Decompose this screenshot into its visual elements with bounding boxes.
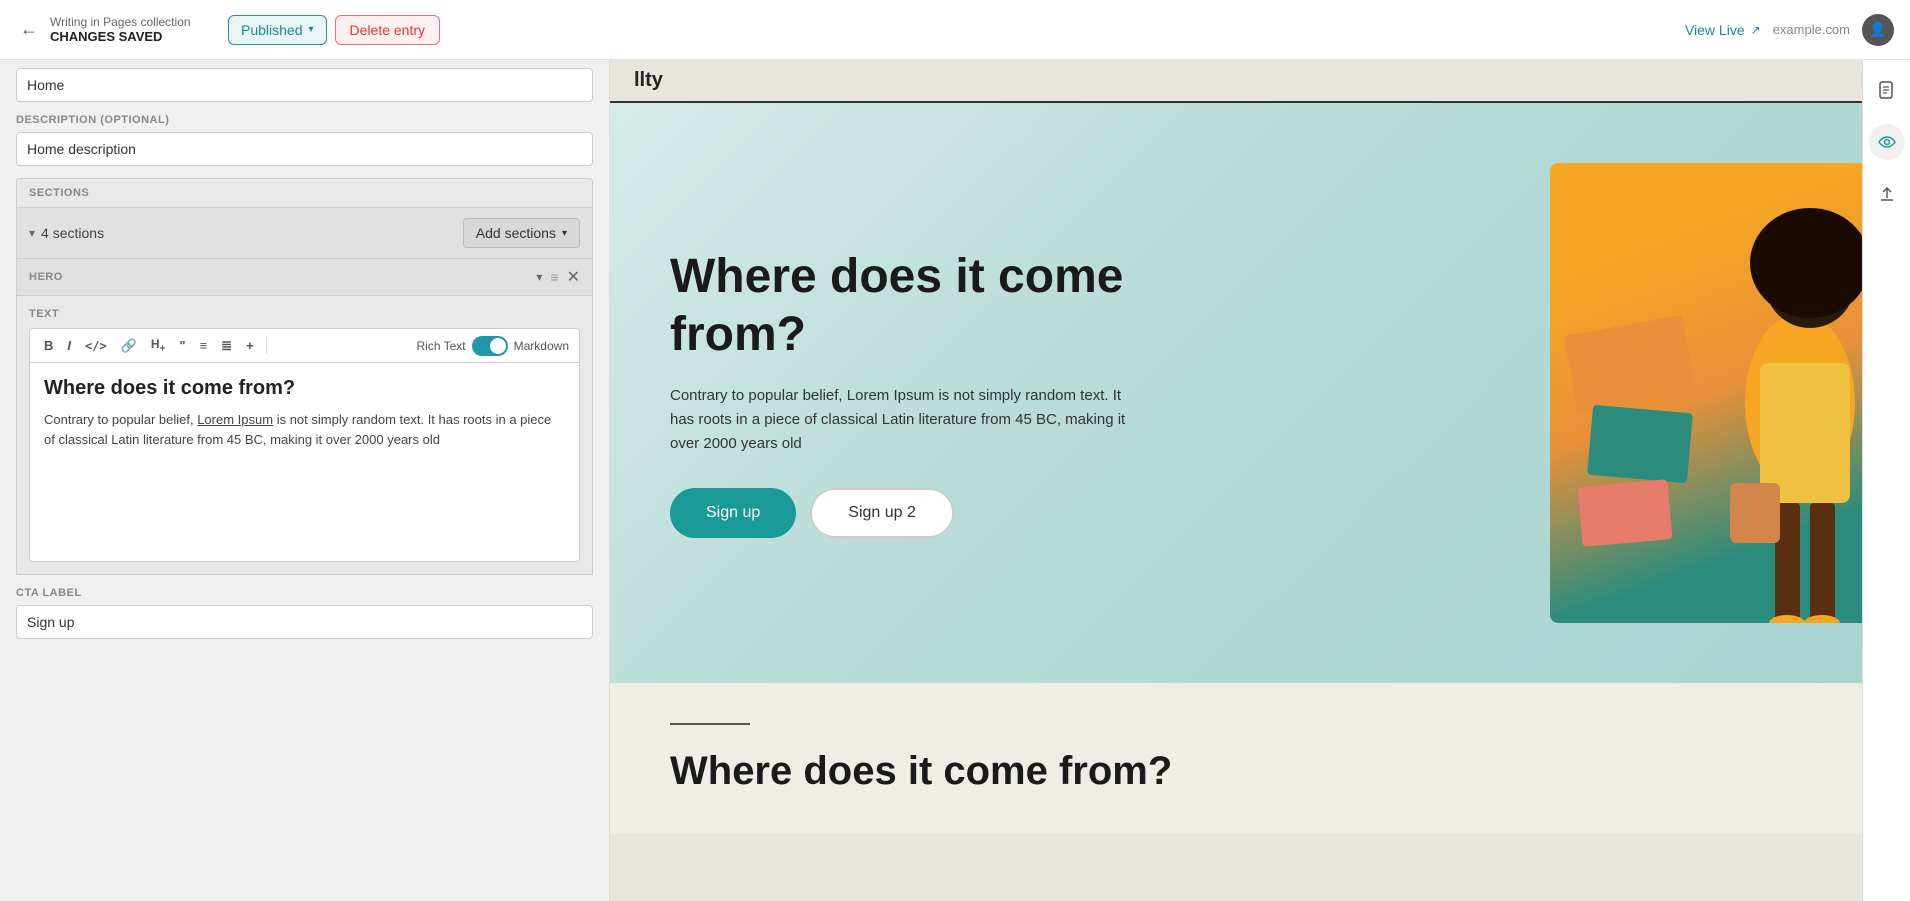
cta-input[interactable]	[16, 605, 593, 639]
preview-second-section: Where does it come from?	[610, 683, 1910, 834]
text-editor[interactable]: Where does it come from? Contrary to pop…	[29, 362, 580, 562]
link-button[interactable]: 🔗	[117, 336, 141, 356]
lorem-ipsum-underline: Lorem Ipsum	[197, 412, 273, 427]
hero-header: HERO ▾ ≡ ✕	[17, 259, 592, 296]
editor-body-text: Contrary to popular belief, Lorem Ipsum …	[44, 412, 551, 447]
hero-controls: ▾ ≡ ✕	[536, 267, 580, 287]
person-silhouette-svg	[1670, 203, 1870, 623]
home-section	[0, 60, 609, 102]
header-left: ← Writing in Pages collection CHANGES SA…	[16, 15, 216, 44]
preview-logo: llty	[634, 69, 663, 92]
text-label: TEXT	[29, 308, 580, 320]
hero-label: HERO	[29, 271, 63, 283]
description-input[interactable]	[16, 132, 593, 166]
view-live-label: View Live	[1685, 22, 1745, 38]
cta-section: CTA LABEL	[0, 575, 609, 651]
preview-divider	[670, 723, 750, 725]
document-icon-button[interactable]	[1869, 72, 1905, 108]
right-panel: llty 🇺🇸 Where does it come from? Contrar…	[610, 60, 1910, 901]
avatar: 👤	[1862, 14, 1894, 46]
preview-hero: Where does it come from? Contrary to pop…	[610, 103, 1910, 683]
insert-button[interactable]: +	[242, 336, 258, 355]
italic-button[interactable]: I	[63, 336, 75, 355]
rich-text-toggle[interactable]	[472, 336, 508, 356]
breadcrumb-info: Writing in Pages collection CHANGES SAVE…	[50, 15, 191, 44]
delete-entry-button[interactable]: Delete entry	[335, 15, 440, 45]
rich-text-toolbar: B I </> 🔗 H+ " ≡ ≣ + Rich Text	[29, 328, 580, 362]
eye-icon-button[interactable]	[1869, 124, 1905, 160]
toolbar-separator	[266, 338, 267, 354]
bullet-list-button[interactable]: ≡	[196, 336, 212, 355]
back-button[interactable]: ←	[16, 15, 42, 44]
add-sections-chevron-icon: ▾	[562, 228, 567, 239]
hero-inner: TEXT B I </> 🔗 H+ " ≡ ≣ + Rich Text	[17, 296, 592, 574]
eye-icon	[1877, 132, 1897, 152]
quote-button[interactable]: "	[175, 336, 189, 355]
published-chevron-icon: ▾	[309, 24, 314, 35]
sections-header-row: SECTIONS	[16, 178, 593, 207]
description-label: DESCRIPTION (OPTIONAL)	[16, 114, 593, 126]
published-label: Published	[241, 22, 303, 38]
hero-card: HERO ▾ ≡ ✕ TEXT B I </> 🔗 H+	[16, 258, 593, 575]
breadcrumb-text: Writing in Pages collection	[50, 15, 191, 29]
preview-nav: llty 🇺🇸	[610, 60, 1910, 103]
rich-text-label: Rich Text	[417, 339, 466, 353]
upload-icon	[1877, 184, 1897, 204]
signup2-button[interactable]: Sign up 2	[810, 488, 954, 538]
domain-text: example.com	[1773, 22, 1850, 37]
external-link-icon: ↗	[1751, 23, 1761, 37]
toggle-knob	[490, 338, 506, 354]
published-button[interactable]: Published ▾	[228, 15, 327, 45]
sections-count: ▾ 4 sections	[29, 225, 104, 241]
drag-handle-icon[interactable]: ≡	[550, 269, 558, 285]
right-sidebar	[1862, 60, 1910, 901]
upload-icon-button[interactable]	[1869, 176, 1905, 212]
preview-hero-content: Where does it come from? Contrary to pop…	[670, 248, 1550, 537]
hero-chevron-icon[interactable]: ▾	[536, 270, 542, 284]
sections-count-label: 4 sections	[41, 225, 104, 241]
header: ← Writing in Pages collection CHANGES SA…	[0, 0, 1910, 60]
bold-button[interactable]: B	[40, 336, 57, 355]
preview-second-title: Where does it come from?	[670, 749, 1850, 794]
editor-heading: Where does it come from?	[44, 377, 565, 400]
ordered-list-button[interactable]: ≣	[217, 336, 236, 356]
box3	[1578, 479, 1673, 547]
header-center: Published ▾ Delete entry	[228, 15, 1673, 45]
home-input[interactable]	[16, 68, 593, 102]
heading-button[interactable]: H+	[147, 335, 170, 356]
code-button[interactable]: </>	[81, 337, 111, 355]
view-live-button[interactable]: View Live ↗	[1685, 22, 1761, 38]
sections-label: SECTIONS	[29, 187, 89, 199]
hero-close-button[interactable]: ✕	[567, 267, 580, 287]
header-right: View Live ↗ example.com 👤	[1685, 14, 1894, 46]
document-icon	[1877, 80, 1897, 100]
main-layout: DESCRIPTION (OPTIONAL) SECTIONS ▾ 4 sect…	[0, 60, 1910, 901]
cta-label-text: CTA LABEL	[16, 587, 593, 599]
editor-body: Contrary to popular belief, Lorem Ipsum …	[44, 410, 565, 449]
sections-chevron-icon: ▾	[29, 226, 35, 240]
preview-hero-title: Where does it come from?	[670, 248, 1170, 363]
left-panel: DESCRIPTION (OPTIONAL) SECTIONS ▾ 4 sect…	[0, 60, 610, 901]
markdown-label: Markdown	[514, 339, 569, 353]
add-sections-button[interactable]: Add sections ▾	[463, 218, 580, 248]
add-sections-label: Add sections	[476, 225, 556, 241]
preview-hero-buttons: Sign up Sign up 2	[670, 488, 1550, 538]
sections-area: SECTIONS ▾ 4 sections Add sections ▾ HER…	[0, 166, 609, 575]
description-field-group: DESCRIPTION (OPTIONAL)	[0, 102, 609, 166]
preview-container: llty 🇺🇸 Where does it come from? Contrar…	[610, 60, 1910, 901]
signup1-button[interactable]: Sign up	[670, 488, 796, 538]
preview-hero-desc: Contrary to popular belief, Lorem Ipsum …	[670, 384, 1130, 456]
sections-count-row: ▾ 4 sections Add sections ▾	[16, 207, 593, 258]
changes-saved-label: CHANGES SAVED	[50, 29, 191, 44]
preview-hero-image	[1550, 163, 1870, 623]
